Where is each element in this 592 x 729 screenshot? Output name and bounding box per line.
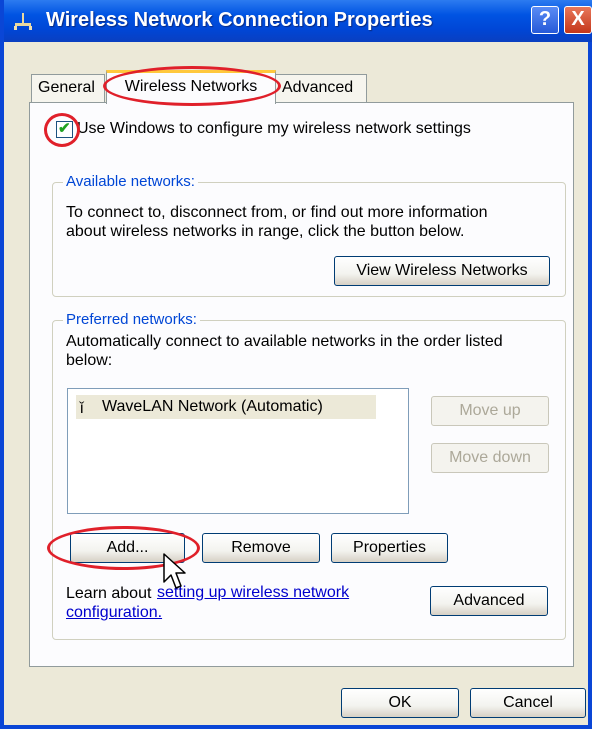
list-item-label: WaveLAN Network (Automatic) [102,398,323,415]
antenna-icon: ǐ [80,400,84,417]
view-wireless-networks-button[interactable]: View Wireless Networks [334,256,550,286]
checkmark-icon: ✔ [58,120,71,137]
properties-button[interactable]: Properties [331,533,448,563]
network-connection-icon [14,13,32,30]
move-down-button[interactable]: Move down [431,443,549,473]
help-button[interactable]: ? [531,6,559,34]
learn-about-text: Learn about [66,585,156,602]
remove-button[interactable]: Remove [202,533,320,563]
title-bar[interactable]: Wireless Network Connection Properties ?… [4,0,592,42]
tab-advanced[interactable]: Advanced [275,74,367,102]
preferred-networks-list[interactable]: ǐ WaveLAN Network (Automatic) [67,388,409,514]
preferred-networks-title: Preferred networks: [63,311,200,328]
list-item[interactable]: ǐ WaveLAN Network (Automatic) [76,395,376,419]
available-description-line1: To connect to, disconnect from, or find … [66,204,488,221]
tab-general[interactable]: General [31,74,105,102]
preferred-description-line2: below: [66,352,113,369]
configure-checkbox[interactable]: ✔ [56,120,73,138]
learn-link-line2[interactable]: configuration. [66,604,162,622]
properties-dialog: Wireless Network Connection Properties ?… [0,0,592,729]
available-description-line2: about wireless networks in range, click … [66,223,465,240]
available-networks-title: Available networks: [63,173,198,190]
window-title: Wireless Network Connection Properties [46,9,433,31]
advanced-button[interactable]: Advanced [430,586,548,616]
cancel-button[interactable]: Cancel [470,688,586,718]
mouse-cursor-icon [163,553,186,589]
ok-button[interactable]: OK [341,688,459,718]
preferred-description-line1: Automatically connect to available netwo… [66,333,503,350]
close-button[interactable]: X [564,6,592,34]
tab-wireless-networks[interactable]: Wireless Networks [106,70,276,104]
move-up-button[interactable]: Move up [431,396,549,426]
configure-checkbox-label: Use Windows to configure my wireless net… [77,120,471,137]
